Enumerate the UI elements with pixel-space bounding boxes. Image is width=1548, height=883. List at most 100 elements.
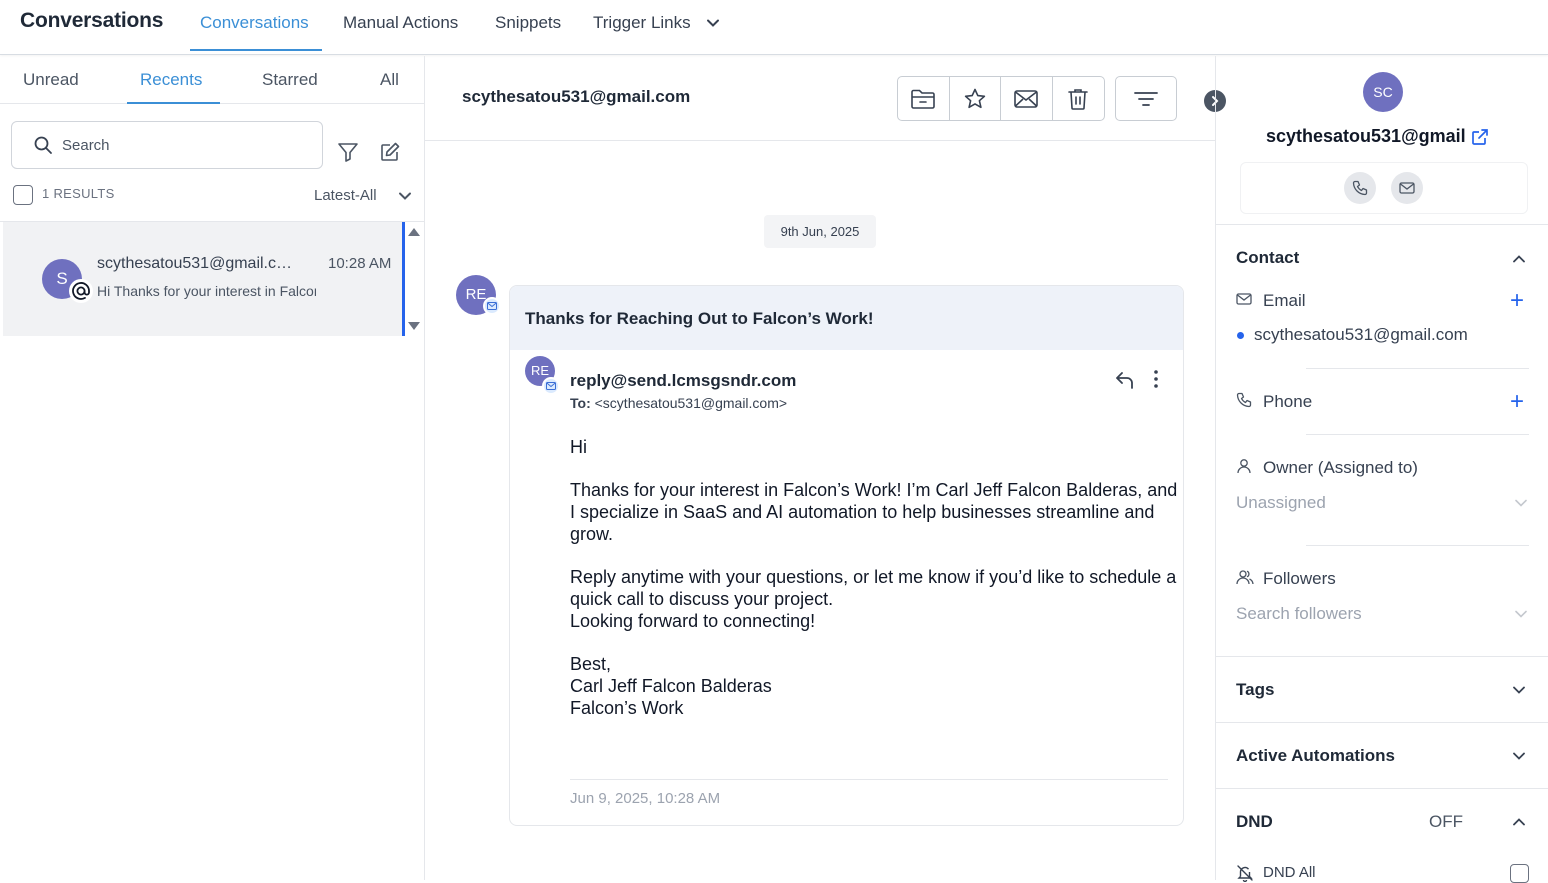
automations-section-heading[interactable]: Active Automations xyxy=(1236,746,1395,766)
section-divider xyxy=(1216,224,1548,225)
select-all-checkbox[interactable] xyxy=(13,185,33,205)
to-label: To: xyxy=(570,395,591,411)
search-input[interactable] xyxy=(62,134,302,156)
search-box[interactable] xyxy=(11,121,323,169)
dnd-section-heading[interactable]: DND xyxy=(1236,812,1273,832)
list-item[interactable]: S scythesatou531@gmail.com 10:28 AM Hi T… xyxy=(3,222,403,336)
subject-bar[interactable]: Thanks for Reaching Out to Falcon’s Work… xyxy=(510,286,1183,350)
nav-tab-manual-actions[interactable]: Manual Actions xyxy=(343,13,458,33)
trash-icon xyxy=(1067,87,1089,111)
email-subject: Thanks for Reaching Out to Falcon’s Work… xyxy=(525,309,874,328)
tab-recents[interactable]: Recents xyxy=(140,70,202,90)
email-button[interactable] xyxy=(1391,172,1423,204)
filter-icon[interactable] xyxy=(337,141,359,163)
results-count: 1 RESULTS xyxy=(42,186,115,201)
chevron-down-icon[interactable] xyxy=(1514,496,1528,510)
nav-tab-conversations[interactable]: Conversations xyxy=(200,13,309,33)
avatar: SC xyxy=(1363,72,1403,112)
conversation-time: 10:28 AM xyxy=(328,255,392,272)
email-signature-name: Carl Jeff Falcon Balderas xyxy=(570,676,772,696)
email-paragraph: Reply anytime with your questions, or le… xyxy=(570,567,1177,609)
app-title: Conversations xyxy=(20,9,164,32)
star-icon xyxy=(963,87,987,111)
conversation-preview: Hi Thanks for your interest in Falcon's … xyxy=(97,283,316,299)
at-icon xyxy=(69,279,93,303)
delete-button[interactable] xyxy=(1053,77,1105,120)
thread-actions xyxy=(897,76,1105,121)
followers-label: Followers xyxy=(1263,569,1336,588)
scrollbar[interactable] xyxy=(402,222,405,336)
chevron-down-icon[interactable] xyxy=(1512,683,1526,697)
email-message: Thanks for Reaching Out to Falcon’s Work… xyxy=(509,285,1184,826)
add-email-button[interactable]: + xyxy=(1510,289,1524,313)
header-divider xyxy=(425,140,1215,141)
dnd-all-checkbox[interactable] xyxy=(1510,864,1529,883)
email-body: Hi Thanks for your interest in Falcon’s … xyxy=(570,436,1180,719)
nav-tab-snippets[interactable]: Snippets xyxy=(495,13,561,33)
mail-button[interactable] xyxy=(1001,77,1053,120)
conversation-list-panel: Unread Recents Starred All 1 RESULTS Lat… xyxy=(0,56,425,880)
scroll-down-arrow[interactable] xyxy=(408,322,420,330)
conversation-name: scythesatou531@gmail.com xyxy=(97,255,297,272)
tab-unread[interactable]: Unread xyxy=(23,70,79,90)
chevron-up-icon[interactable] xyxy=(1512,252,1526,266)
email-from: reply@send.lcmsgsndr.com xyxy=(570,371,797,390)
folder-icon xyxy=(910,87,936,111)
sort-dropdown[interactable]: Latest-All xyxy=(314,187,377,204)
dnd-all-label: DND All xyxy=(1263,864,1316,881)
email-greeting: Hi xyxy=(570,437,587,457)
bell-off-icon xyxy=(1236,864,1254,882)
email-paragraph: Looking forward to connecting! xyxy=(570,611,816,631)
section-divider xyxy=(1216,788,1548,789)
email-signoff: Best, xyxy=(570,654,612,674)
external-link-icon[interactable] xyxy=(1471,128,1489,146)
email-value[interactable]: scythesatou531@gmail.com xyxy=(1254,325,1468,345)
filter-lines-icon xyxy=(1133,89,1159,109)
owner-select[interactable]: Unassigned xyxy=(1236,493,1326,513)
tags-section-heading[interactable]: Tags xyxy=(1236,680,1274,700)
contact-quick-actions xyxy=(1240,162,1528,214)
star-button[interactable] xyxy=(950,77,1001,120)
nav-tab-trigger-links[interactable]: Trigger Links xyxy=(593,13,691,33)
compose-icon[interactable] xyxy=(379,141,401,163)
more-vertical-icon[interactable] xyxy=(1153,369,1159,389)
active-tab-indicator xyxy=(127,102,220,104)
chevron-up-icon[interactable] xyxy=(1512,815,1526,829)
user-icon xyxy=(1236,458,1252,474)
mail-badge-icon xyxy=(542,377,560,395)
field-divider xyxy=(1306,434,1529,435)
chevron-down-icon[interactable] xyxy=(1512,749,1526,763)
users-icon xyxy=(1236,569,1254,585)
folder-button[interactable] xyxy=(898,77,950,120)
mail-badge-icon xyxy=(483,297,501,315)
email-signature-company: Falcon’s Work xyxy=(570,698,684,718)
contact-panel: SC scythesatou531@gmail.com Contact Emai… xyxy=(1215,56,1548,883)
contact-section-heading[interactable]: Contact xyxy=(1236,248,1299,268)
chevron-down-icon[interactable] xyxy=(398,189,412,203)
email-label: Email xyxy=(1263,291,1306,310)
field-divider xyxy=(1306,545,1529,546)
scroll-up-arrow[interactable] xyxy=(408,228,420,236)
email-paragraph: Thanks for your interest in Falcon’s Wor… xyxy=(570,480,1178,544)
chevron-down-icon[interactable] xyxy=(1514,607,1528,621)
followers-search[interactable]: Search followers xyxy=(1236,604,1362,624)
field-divider xyxy=(1306,368,1529,369)
tab-all[interactable]: All xyxy=(380,70,399,90)
top-nav: Conversations Conversations Manual Actio… xyxy=(0,0,1548,55)
email-to: To: <scythesatou531@gmail.com> xyxy=(570,395,787,411)
chevron-down-icon[interactable] xyxy=(706,16,720,30)
add-phone-button[interactable]: + xyxy=(1510,390,1524,414)
phone-icon xyxy=(1236,392,1252,408)
primary-indicator xyxy=(1237,332,1244,339)
mail-icon xyxy=(1236,292,1252,306)
section-divider xyxy=(1216,722,1548,723)
owner-label: Owner (Assigned to) xyxy=(1263,458,1418,477)
message-timestamp: Jun 9, 2025, 10:28 AM xyxy=(570,790,721,807)
message-filter-button[interactable] xyxy=(1115,76,1177,121)
reply-icon[interactable] xyxy=(1114,369,1136,391)
dnd-status: OFF xyxy=(1429,812,1463,831)
tab-starred[interactable]: Starred xyxy=(262,70,318,90)
thread-panel: scythesatou531@gmail.com 9th Jun, 2025 R… xyxy=(425,56,1226,880)
active-tab-indicator xyxy=(190,49,322,51)
call-button[interactable] xyxy=(1344,172,1376,204)
